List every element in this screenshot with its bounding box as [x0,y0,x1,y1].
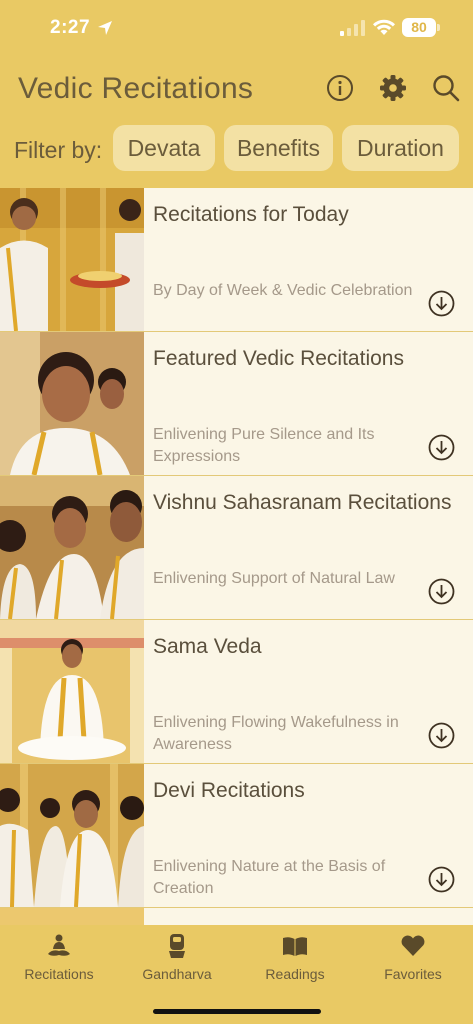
filter-label: Filter by: [14,137,103,163]
item-subtitle: Enlivening Flowing Wakefulness in Awaren… [153,714,399,753]
item-subtitle: Enlivening Nature at the Basis of Creati… [153,858,386,897]
tab-label: Recitations [24,966,94,982]
list-item[interactable]: Devi Recitations Enlivening Nature at th… [0,764,473,908]
filter-chip-devata[interactable]: Devata [113,125,215,171]
download-icon[interactable] [428,722,455,749]
battery-icon: 80 [402,18,440,37]
item-subtitle: Enlivening Support of Natural Law [153,570,395,587]
recitation-thumbnail [0,188,144,331]
item-subtitle: By Day of Week & Vedic Celebration [153,282,413,299]
status-bar: 2:27 80 [0,0,473,58]
item-title: Featured Vedic Recitations [153,347,404,370]
item-title: Vishnu Sahasranam Recitations [153,491,452,514]
item-title: Devi Recitations [153,779,305,802]
tab-recitations[interactable]: Recitations [0,933,118,989]
home-indicator [153,1009,321,1014]
item-title: Recitations for Today [153,203,349,226]
download-icon[interactable] [428,434,455,461]
tab-readings[interactable]: Readings [236,933,354,989]
status-time: 2:27 [50,17,91,38]
filter-chip-benefits[interactable]: Benefits [224,125,333,171]
recitation-thumbnail [0,620,144,763]
page-title: Vedic Recitations [18,72,254,105]
drum-icon [169,934,185,958]
tab-gandharva[interactable]: Gandharva [118,933,236,989]
recitation-thumbnail [0,476,144,619]
tab-favorites[interactable]: Favorites [354,933,472,989]
wifi-icon [373,19,395,35]
tab-label: Gandharva [142,966,212,982]
recitation-thumbnail [0,332,144,475]
heart-icon [401,935,425,956]
book-icon [283,937,307,956]
list-item[interactable]: Sama Veda Enlivening Flowing Wakefulness… [0,620,473,764]
tab-label: Readings [265,966,325,982]
recitation-list[interactable]: Recitations for Today By Day of Week & V… [0,188,473,925]
item-title: Sama Veda [153,635,262,658]
location-arrow-icon [98,21,112,35]
gear-icon[interactable] [379,74,407,102]
download-icon[interactable] [428,290,455,317]
download-icon[interactable] [428,866,455,893]
download-icon[interactable] [428,578,455,605]
tab-label: Favorites [384,966,442,982]
recitation-thumbnail [0,908,144,925]
search-icon[interactable] [432,74,460,102]
meditator-icon [48,934,70,956]
filter-chip-duration[interactable]: Duration [342,125,459,171]
recitation-thumbnail [0,764,144,907]
list-item[interactable]: Recitations for Today By Day of Week & V… [0,188,473,332]
list-item[interactable]: Featured Vedic Recitations Enlivening Pu… [0,332,473,476]
info-icon[interactable] [326,74,354,102]
item-subtitle: Enlivening Pure Silence and Its Expressi… [153,426,375,465]
list-item-partial[interactable] [0,908,473,925]
signal-icon [340,20,365,36]
list-item[interactable]: Vishnu Sahasranam Recitations Enlivening… [0,476,473,620]
